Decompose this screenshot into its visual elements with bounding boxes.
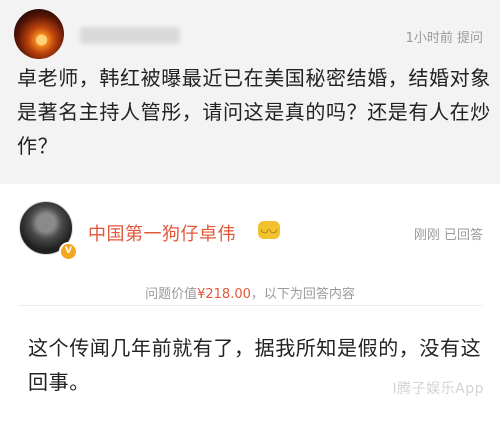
price-suffix: ，以下为回答内容 <box>250 287 355 302</box>
answerer-name[interactable]: 中国第一狗仔卓伟 <box>88 220 236 246</box>
emoji-face-icon: ◡◡ <box>258 221 280 239</box>
asker-name-blurred <box>80 27 180 44</box>
question-text: 卓老师，韩红被曝最近已在美国秘密结婚，结婚对象是著名主持人管彤，请问这是真的吗？… <box>17 66 491 158</box>
question-card: 1小时前 提问 卓老师，韩红被曝最近已在美国秘密结婚，结婚对象是著名主持人管彤，… <box>0 0 500 184</box>
watermark: I腾子娱乐App <box>392 381 484 397</box>
answer-header: V 中国第一狗仔卓伟 ◡◡ 刚刚 已回答 <box>0 184 500 269</box>
price-line: 问题价值¥218.00，以下为回答内容 <box>0 283 500 302</box>
question-meta: 1小时前 提问 <box>405 31 483 46</box>
verified-badge-icon: V <box>59 242 78 261</box>
divider <box>18 305 482 306</box>
answer-meta: 刚刚 已回答 <box>413 228 483 243</box>
price-value: ¥218.00 <box>197 287 251 302</box>
price-prefix: 问题价值 <box>145 287 198 302</box>
asker-avatar[interactable] <box>14 9 64 59</box>
